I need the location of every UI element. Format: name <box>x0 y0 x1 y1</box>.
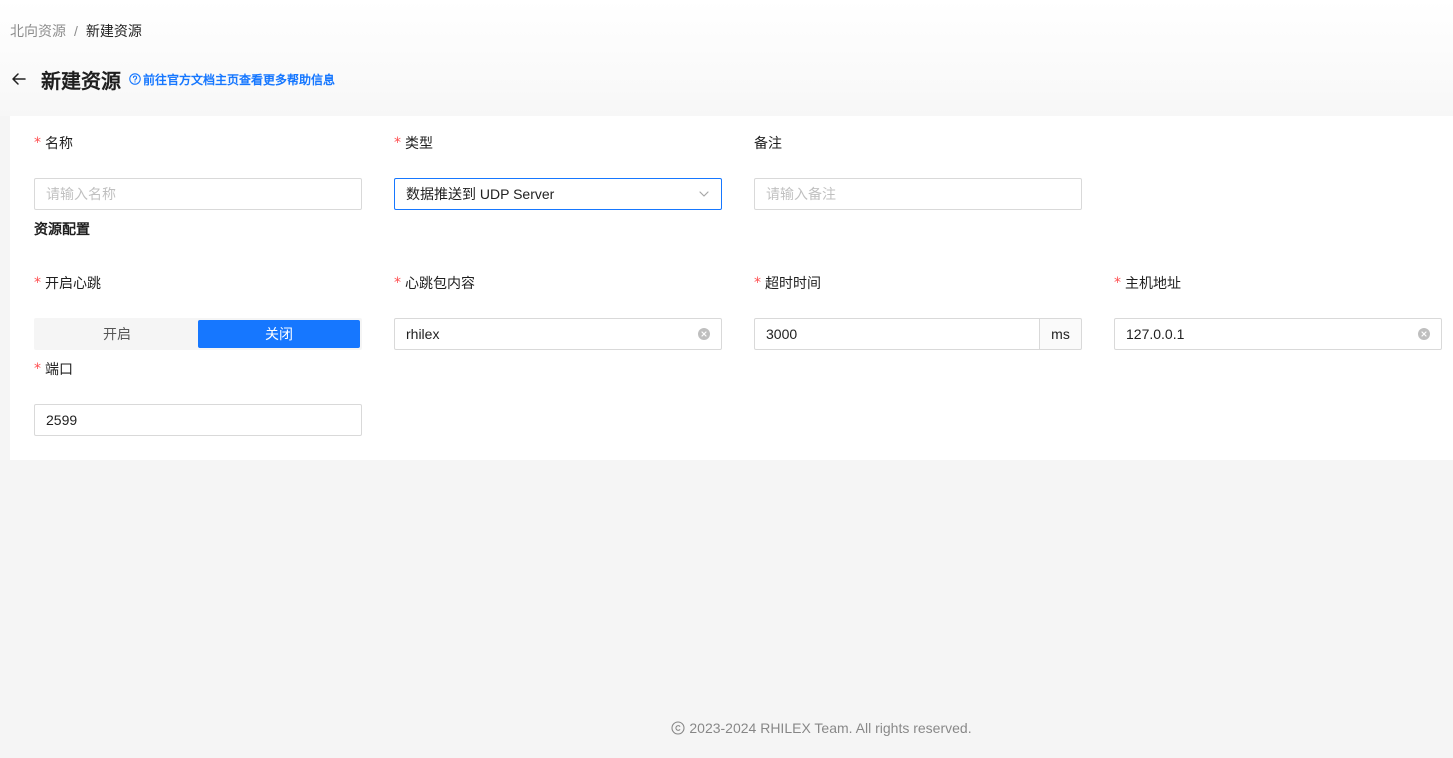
breadcrumb: 北向资源 / 新建资源 <box>10 21 142 41</box>
heartbeat-content-field: * 心跳包内容 <box>394 272 722 350</box>
heartbeat-off-option[interactable]: 关闭 <box>198 320 360 348</box>
heartbeat-content-wrapper <box>394 318 722 350</box>
required-mark: * <box>34 275 41 291</box>
heartbeat-label: 开启心跳 <box>45 275 101 291</box>
host-input-wrapper <box>1114 318 1442 350</box>
type-select-value: 数据推送到 UDP Server <box>406 186 555 202</box>
chevron-down-icon <box>698 188 710 200</box>
name-input[interactable] <box>46 186 350 202</box>
config-section-title: 资源配置 <box>34 221 90 237</box>
required-mark: * <box>1114 275 1121 291</box>
port-input-wrapper <box>34 404 362 436</box>
page-title: 新建资源 <box>41 70 121 93</box>
clear-icon[interactable] <box>698 328 710 340</box>
title-row: 新建资源 前往官方文档主页查看更多帮助信息 <box>10 64 335 94</box>
timeout-label: 超时时间 <box>765 275 821 291</box>
back-arrow-icon[interactable] <box>10 70 28 88</box>
timeout-input-group: ms <box>754 318 1082 350</box>
remark-input[interactable] <box>766 186 1070 202</box>
timeout-input-wrapper <box>754 318 1040 350</box>
host-field: * 主机地址 <box>1114 272 1442 350</box>
port-field: * 端口 <box>34 358 362 436</box>
host-input[interactable] <box>1126 326 1418 342</box>
heartbeat-content-label: 心跳包内容 <box>405 275 475 291</box>
heartbeat-segmented: 开启 关闭 <box>34 318 362 350</box>
name-label: 名称 <box>45 135 73 151</box>
page-header: 北向资源 / 新建资源 新建资源 前往官方文档主页查看更多帮助信息 <box>0 0 1453 116</box>
remark-label: 备注 <box>754 135 782 151</box>
required-mark: * <box>394 135 401 151</box>
remark-field: 备注 <box>754 132 1082 210</box>
breadcrumb-parent-link[interactable]: 北向资源 <box>10 21 66 41</box>
heartbeat-content-input[interactable] <box>406 326 698 342</box>
copyright-text: 2023-2024 RHILEX Team. All rights reserv… <box>689 720 972 736</box>
breadcrumb-separator: / <box>74 23 78 39</box>
breadcrumb-current: 新建资源 <box>85 23 142 39</box>
form-card: * 名称 * 类型 数据推送到 UDP Server 备注 资源配置 * <box>10 116 1453 460</box>
timeout-field: * 超时时间 ms <box>754 272 1082 350</box>
remark-input-wrapper <box>754 178 1082 210</box>
help-docs-link[interactable]: 前往官方文档主页查看更多帮助信息 <box>129 71 335 88</box>
type-select[interactable]: 数据推送到 UDP Server <box>394 178 722 210</box>
footer: 2023-2024 RHILEX Team. All rights reserv… <box>0 720 1453 738</box>
name-input-wrapper <box>34 178 362 210</box>
type-field: * 类型 数据推送到 UDP Server <box>394 132 722 210</box>
heartbeat-field: * 开启心跳 开启 关闭 <box>34 272 362 350</box>
port-input[interactable] <box>46 412 350 428</box>
type-label: 类型 <box>405 135 433 151</box>
clear-icon[interactable] <box>1418 328 1430 340</box>
copyright-icon <box>671 721 685 735</box>
required-mark: * <box>394 275 401 291</box>
required-mark: * <box>34 135 41 151</box>
timeout-unit-addon: ms <box>1040 318 1082 350</box>
name-field: * 名称 <box>34 132 362 210</box>
required-mark: * <box>754 275 761 291</box>
question-circle-icon <box>129 73 141 85</box>
host-label: 主机地址 <box>1125 275 1181 291</box>
port-label: 端口 <box>45 361 73 377</box>
help-link-text: 前往官方文档主页查看更多帮助信息 <box>143 72 336 87</box>
heartbeat-on-option[interactable]: 开启 <box>36 320 198 348</box>
timeout-input[interactable] <box>766 326 1028 342</box>
required-mark: * <box>34 361 41 377</box>
